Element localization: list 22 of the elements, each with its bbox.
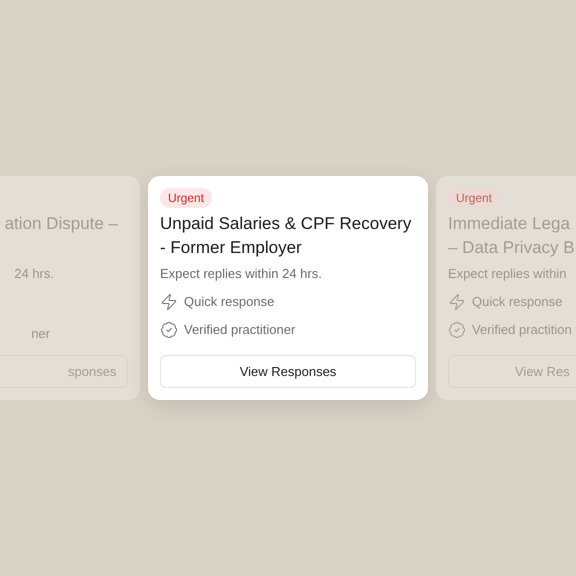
view-responses-button[interactable]: sponses: [0, 355, 128, 388]
urgent-badge: Urgent: [448, 188, 500, 208]
card-title: - Former Employer: [160, 237, 303, 259]
card-title: – Data Privacy B: [448, 237, 575, 259]
card-title: ation Dispute –: [4, 213, 118, 235]
feature-label: Quick response: [472, 293, 562, 312]
card-subtitle: Expect replies within: [448, 265, 566, 283]
view-responses-button[interactable]: View Responses: [160, 355, 416, 388]
card-title: Unpaid Salaries & CPF Recovery: [160, 213, 412, 235]
card-subtitle: Expect replies within 24 hrs.: [160, 265, 323, 283]
verified-badge-icon: [448, 321, 466, 339]
lightning-icon: [160, 293, 178, 311]
verified-badge-icon: [160, 321, 178, 339]
feature-label: Verified practitioner: [184, 321, 296, 340]
feature-label: Verified practition: [472, 321, 572, 340]
urgent-badge: Urgent: [160, 188, 212, 208]
card-subtitle: 24 hrs.: [14, 265, 55, 283]
card-title: Immediate Lega: [448, 213, 571, 235]
view-responses-button[interactable]: View Res: [448, 355, 576, 388]
lightning-icon: [448, 293, 466, 311]
feature-label: ner: [31, 325, 50, 344]
feature-label: Quick response: [184, 293, 274, 312]
